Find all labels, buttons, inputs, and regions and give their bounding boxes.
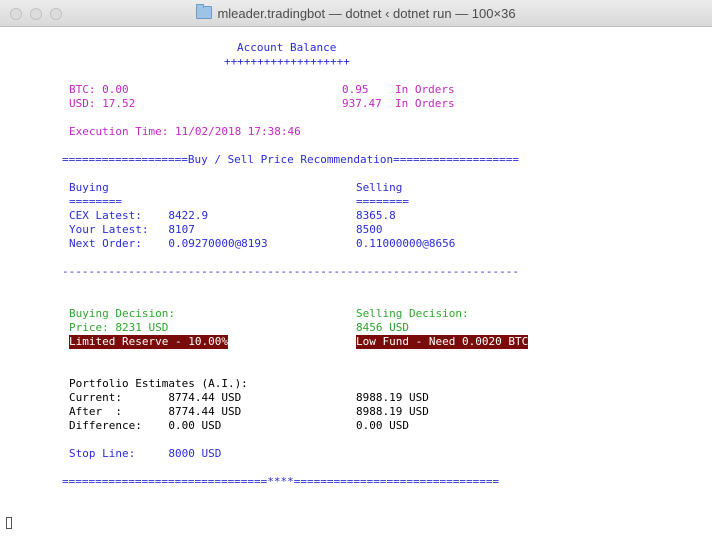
portfolio-after: After : 8774.44 USD: [69, 405, 242, 418]
portfolio-difference: Difference: 0.00 USD: [69, 419, 222, 432]
account-balance-underline: +++++++++++++++++++: [224, 55, 350, 68]
selling-underline: ========: [356, 195, 409, 208]
title-bar: mleader.tradingbot — dotnet ‹ dotnet run…: [0, 0, 712, 27]
execution-time: Execution Time: 11/02/2018 17:38:46: [69, 125, 301, 138]
btc-balance: BTC: 0.00: [69, 83, 129, 96]
portfolio-current: Current: 8774.44 USD: [69, 391, 242, 404]
usd-in-orders: 937.47 In Orders: [342, 97, 455, 110]
footer-divider: ===============================****=====…: [62, 475, 500, 488]
selling-cex-latest: 8365.8: [356, 209, 396, 222]
selling-decision-label: Selling Decision:: [356, 307, 469, 320]
selling-label: Selling: [356, 181, 403, 194]
stop-line: Stop Line: 8000 USD: [69, 447, 222, 460]
buying-underline: ========: [69, 195, 122, 208]
buying-label: Buying: [69, 181, 109, 194]
recommendation-header: ===================Buy / Sell Price Reco…: [62, 153, 519, 166]
portfolio-current-sell: 8988.19 USD: [356, 391, 429, 404]
folder-icon: [196, 4, 213, 19]
selling-your-latest: 8500: [356, 223, 383, 236]
window-title-container: mleader.tradingbot — dotnet ‹ dotnet run…: [0, 4, 712, 21]
account-balance-title: Account Balance: [237, 41, 337, 54]
btc-in-orders: 0.95 In Orders: [342, 83, 455, 96]
terminal-content[interactable]: Account Balance +++++++++++++++++++ BTC:…: [0, 27, 712, 538]
portfolio-after-sell: 8988.19 USD: [356, 405, 429, 418]
buying-cex-latest: CEX Latest: 8422.9: [69, 209, 209, 222]
buying-decision-price: Price: 8231 USD: [69, 321, 169, 334]
buying-your-latest: Your Latest: 8107: [69, 223, 195, 236]
selling-decision-alert: Low Fund - Need 0.0020 BTC: [356, 335, 529, 349]
window-title: mleader.tradingbot — dotnet ‹ dotnet run…: [217, 6, 516, 21]
selling-decision-price: 8456 USD: [356, 321, 409, 334]
portfolio-title: Portfolio Estimates (A.I.):: [69, 377, 248, 390]
portfolio-difference-sell: 0.00 USD: [356, 419, 409, 432]
buying-decision-label: Buying Decision:: [69, 307, 175, 320]
selling-next-order: 0.11000000@8656: [356, 237, 456, 250]
recommendation-divider: ----------------------------------------…: [62, 265, 519, 278]
buying-decision-alert: Limited Reserve - 10.00%: [69, 335, 228, 349]
buying-next-order: Next Order: 0.09270000@8193: [69, 237, 268, 250]
terminal-cursor: [6, 517, 12, 529]
usd-balance: USD: 17.52: [69, 97, 136, 110]
